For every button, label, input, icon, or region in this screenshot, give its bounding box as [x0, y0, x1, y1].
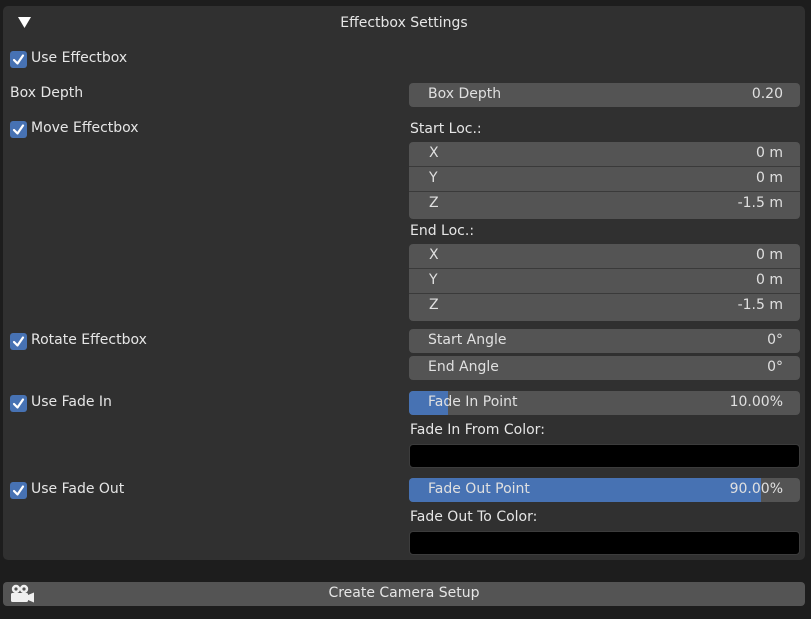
- panel-title: Effectbox Settings: [340, 15, 468, 31]
- axis-value: -1.5 m: [737, 297, 783, 313]
- end-angle-label: End Angle: [428, 359, 499, 375]
- checkmark-icon: [12, 485, 25, 496]
- start-loc-x-field[interactable]: X 0 m: [409, 142, 800, 167]
- start-loc-group: X 0 m Y 0 m Z -1.5 m: [409, 142, 800, 219]
- use-effectbox-label[interactable]: Use Effectbox: [31, 50, 127, 66]
- end-angle-field[interactable]: End Angle 0°: [409, 356, 800, 380]
- box-depth-row-label: Box Depth: [10, 85, 84, 101]
- end-loc-x-field[interactable]: X 0 m: [409, 244, 800, 269]
- move-effectbox-label[interactable]: Move Effectbox: [31, 120, 139, 136]
- axis-label: Y: [429, 170, 438, 186]
- fade-in-color-swatch[interactable]: [409, 444, 800, 468]
- axis-label: X: [429, 145, 439, 161]
- fade-out-point-label: Fade Out Point: [428, 481, 530, 497]
- create-camera-setup-label: Create Camera Setup: [328, 585, 480, 601]
- axis-value: 0 m: [756, 247, 783, 263]
- use-effectbox-checkbox[interactable]: [10, 51, 27, 68]
- axis-value: 0 m: [756, 170, 783, 186]
- fade-out-point-value: 90.00%: [729, 481, 783, 497]
- panel-header[interactable]: Effectbox Settings: [3, 6, 805, 42]
- fade-in-point-slider[interactable]: Fade In Point 10.00%: [409, 391, 800, 415]
- rotate-effectbox-label[interactable]: Rotate Effectbox: [31, 332, 147, 348]
- start-angle-field[interactable]: Start Angle 0°: [409, 329, 800, 353]
- box-depth-value: 0.20: [751, 86, 783, 102]
- fade-in-point-value: 10.00%: [729, 394, 783, 410]
- axis-label: Z: [429, 195, 439, 211]
- box-depth-field-label: Box Depth: [428, 86, 502, 102]
- fade-in-point-label: Fade In Point: [428, 394, 518, 410]
- axis-value: 0 m: [756, 145, 783, 161]
- axis-label: X: [429, 247, 439, 263]
- fade-out-color-label: Fade Out To Color:: [410, 509, 538, 525]
- use-fade-out-checkbox[interactable]: [10, 482, 27, 499]
- checkmark-icon: [12, 124, 25, 135]
- use-fade-in-checkbox[interactable]: [10, 395, 27, 412]
- axis-value: -1.5 m: [737, 195, 783, 211]
- end-loc-y-field[interactable]: Y 0 m: [409, 269, 800, 294]
- fade-in-color-label: Fade In From Color:: [410, 422, 545, 438]
- fade-out-point-slider[interactable]: Fade Out Point 90.00%: [409, 478, 800, 502]
- rotate-effectbox-checkbox[interactable]: [10, 333, 27, 350]
- axis-label: Y: [429, 272, 438, 288]
- start-angle-label: Start Angle: [428, 332, 507, 348]
- end-loc-group: X 0 m Y 0 m Z -1.5 m: [409, 244, 800, 321]
- end-loc-z-field[interactable]: Z -1.5 m: [409, 294, 800, 319]
- axis-value: 0 m: [756, 272, 783, 288]
- axis-label: Z: [429, 297, 439, 313]
- use-fade-out-label[interactable]: Use Fade Out: [31, 481, 124, 497]
- start-loc-y-field[interactable]: Y 0 m: [409, 167, 800, 192]
- end-loc-label: End Loc.:: [410, 223, 475, 239]
- checkmark-icon: [12, 398, 25, 409]
- checkmark-icon: [12, 336, 25, 347]
- fade-out-color-swatch[interactable]: [409, 531, 800, 555]
- use-fade-in-label[interactable]: Use Fade In: [31, 394, 112, 410]
- end-angle-value: 0°: [767, 359, 783, 375]
- box-depth-field[interactable]: Box Depth 0.20: [409, 83, 800, 107]
- checkmark-icon: [12, 54, 25, 65]
- effectbox-settings-panel: Effectbox Settings Use Effectbox Box Dep…: [3, 6, 805, 560]
- move-effectbox-checkbox[interactable]: [10, 121, 27, 138]
- create-camera-setup-button[interactable]: Create Camera Setup: [3, 582, 805, 606]
- start-loc-z-field[interactable]: Z -1.5 m: [409, 192, 800, 217]
- start-angle-value: 0°: [767, 332, 783, 348]
- start-loc-label: Start Loc.:: [410, 121, 482, 137]
